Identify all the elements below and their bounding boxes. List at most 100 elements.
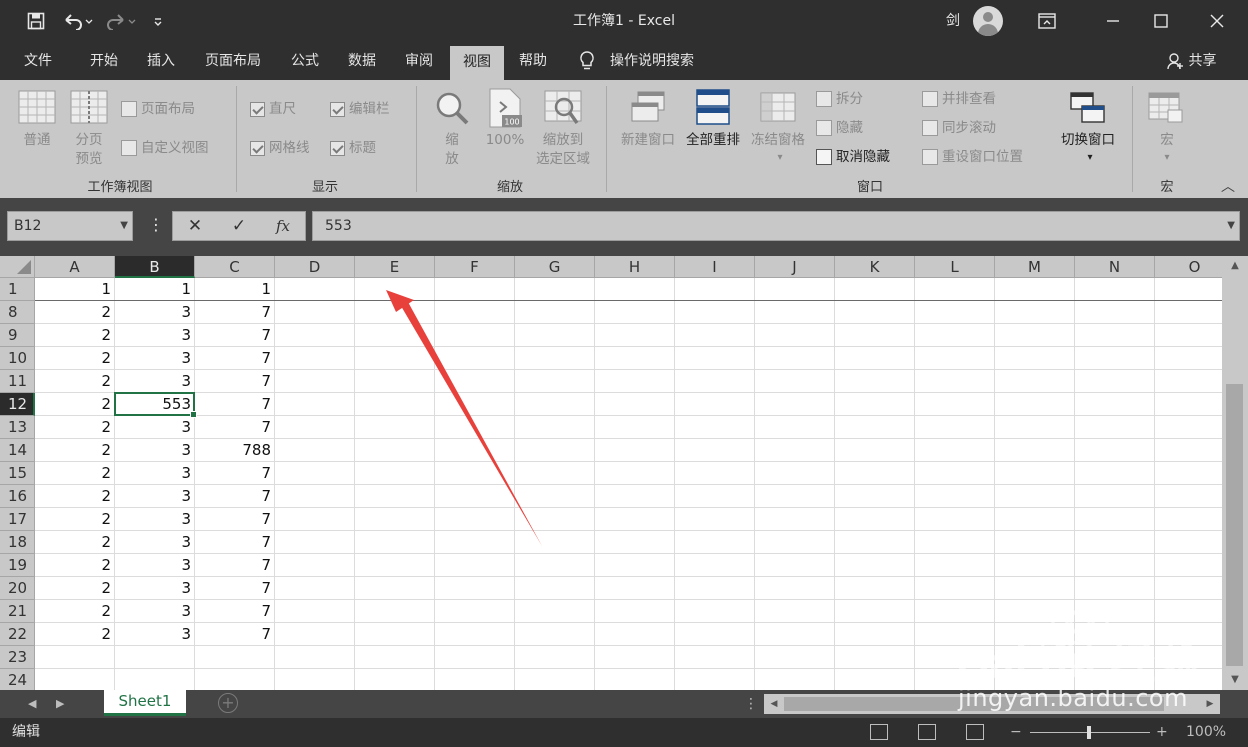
freeze-panes-icon[interactable]: [760, 92, 796, 126]
scroll-left-icon[interactable]: ◀: [764, 694, 784, 714]
arrange-all-icon[interactable]: [696, 89, 730, 129]
ribbon-display-options-icon[interactable]: [1024, 0, 1070, 42]
reset-window-position-button[interactable]: 重设窗口位置: [922, 146, 1023, 168]
cell-b-row[interactable]: 3: [115, 485, 195, 508]
row-header[interactable]: 24: [0, 669, 35, 690]
column-header[interactable]: C: [195, 256, 275, 278]
column-header[interactable]: I: [675, 256, 755, 278]
cell-b-row[interactable]: 3: [115, 600, 195, 623]
page-break-preview-icon[interactable]: [70, 90, 108, 128]
select-all-corner[interactable]: [0, 256, 35, 278]
zoom-level[interactable]: 100%: [1186, 718, 1226, 747]
row-header[interactable]: 1: [0, 278, 35, 301]
cell-c-row[interactable]: 7: [195, 508, 275, 531]
user-name[interactable]: 剑: [946, 0, 960, 42]
cell-a-row[interactable]: 2: [35, 485, 115, 508]
row-header[interactable]: 18: [0, 531, 35, 554]
tab-view[interactable]: 视图: [450, 46, 504, 80]
previous-sheet-icon[interactable]: ◀: [28, 690, 36, 718]
unhide-button[interactable]: 取消隐藏: [816, 146, 890, 168]
tab-split-grip-icon[interactable]: ⋮: [744, 690, 758, 718]
cell-c-row[interactable]: 7: [195, 393, 275, 416]
row-header[interactable]: 15: [0, 462, 35, 485]
next-sheet-icon[interactable]: ▶: [56, 690, 64, 718]
active-cell-border[interactable]: [114, 392, 197, 418]
tab-review[interactable]: 审阅: [394, 42, 444, 80]
avatar[interactable]: [973, 6, 1003, 36]
cell-c-row[interactable]: [195, 669, 275, 690]
cell-a-row[interactable]: 2: [35, 508, 115, 531]
page-break-status-icon[interactable]: [966, 724, 984, 740]
cell-a-row[interactable]: 2: [35, 370, 115, 393]
page-layout-status-icon[interactable]: [918, 724, 936, 740]
share-button[interactable]: 共享: [1166, 42, 1216, 80]
cell-c-row[interactable]: 7: [195, 577, 275, 600]
ruler-checkbox[interactable]: 直尺: [250, 98, 296, 120]
freeze-panes-dropdown-icon[interactable]: ▾: [770, 148, 790, 167]
cell-a-row[interactable]: 2: [35, 393, 115, 416]
column-header[interactable]: F: [435, 256, 515, 278]
cell-b-row[interactable]: [115, 646, 195, 669]
formula-bar-checkbox[interactable]: 编辑栏: [330, 98, 390, 120]
minimize-icon[interactable]: [1090, 0, 1136, 42]
cell-c-row[interactable]: 1: [195, 278, 275, 301]
row-header[interactable]: 11: [0, 370, 35, 393]
cell-a-row[interactable]: [35, 669, 115, 690]
cell-b-row[interactable]: 3: [115, 531, 195, 554]
cell-a-row[interactable]: 2: [35, 554, 115, 577]
tab-insert[interactable]: 插入: [136, 42, 186, 80]
normal-view-icon[interactable]: [18, 90, 56, 128]
tell-me-search[interactable]: 操作说明搜索: [578, 42, 694, 80]
cell-b-row[interactable]: 1: [115, 278, 195, 301]
cell-area[interactable]: 1 1 1 2 3 7 2 3 7 2 3 7 2 3 7 2 553 7 2 3 7 2 3 788 2 3 7 2 3 7 2 3 7 2 3 7…: [35, 278, 1222, 690]
cell-b-row[interactable]: 3: [115, 577, 195, 600]
cell-a-row[interactable]: 2: [35, 324, 115, 347]
cell-a-row[interactable]: 2: [35, 301, 115, 324]
expand-formula-bar-icon[interactable]: ▼: [1227, 212, 1235, 240]
macros-icon[interactable]: [1148, 92, 1184, 128]
row-header[interactable]: 10: [0, 347, 35, 370]
cell-a-row[interactable]: 2: [35, 577, 115, 600]
row-header[interactable]: 22: [0, 623, 35, 646]
column-header[interactable]: G: [515, 256, 595, 278]
scroll-up-icon[interactable]: ▲: [1222, 256, 1248, 276]
cell-b-row[interactable]: 3: [115, 416, 195, 439]
row-header[interactable]: 21: [0, 600, 35, 623]
cell-c-row[interactable]: 7: [195, 416, 275, 439]
view-side-by-side-button[interactable]: 并排查看: [922, 88, 996, 110]
cell-c-row[interactable]: 7: [195, 324, 275, 347]
cell-b-row[interactable]: 3: [115, 623, 195, 646]
tab-page-layout[interactable]: 页面布局: [196, 42, 270, 80]
normal-view-status-icon[interactable]: [870, 724, 888, 740]
cell-c-row[interactable]: 7: [195, 347, 275, 370]
cell-a-row[interactable]: 2: [35, 462, 115, 485]
cell-a-row[interactable]: 1: [35, 278, 115, 301]
confirm-entry-icon[interactable]: ✓: [221, 212, 257, 240]
cell-c-row[interactable]: 7: [195, 531, 275, 554]
synchronous-scrolling-button[interactable]: 同步滚动: [922, 117, 996, 139]
tab-formulas[interactable]: 公式: [280, 42, 330, 80]
column-header[interactable]: K: [835, 256, 915, 278]
cell-c-row[interactable]: 7: [195, 485, 275, 508]
new-window-icon[interactable]: [630, 90, 666, 128]
vertical-scroll-thumb[interactable]: [1226, 384, 1243, 666]
cell-b-row[interactable]: 3: [115, 347, 195, 370]
zoom-in-icon[interactable]: +: [1156, 718, 1168, 747]
formula-bar-grip-icon[interactable]: ⋮: [148, 211, 164, 241]
cell-b-row[interactable]: 3: [115, 554, 195, 577]
redo-icon[interactable]: [102, 0, 140, 42]
zoom-slider-thumb[interactable]: [1087, 726, 1091, 739]
column-header[interactable]: H: [595, 256, 675, 278]
cell-b-row[interactable]: 3: [115, 324, 195, 347]
insert-function-icon[interactable]: fx: [265, 212, 301, 240]
name-box[interactable]: B12 ▼: [7, 211, 133, 241]
cell-a-row[interactable]: 2: [35, 531, 115, 554]
vertical-scrollbar[interactable]: ▲ ▼: [1222, 256, 1248, 690]
cell-b-row[interactable]: 3: [115, 301, 195, 324]
column-header[interactable]: A: [35, 256, 115, 278]
custom-views-button[interactable]: 自定义视图: [121, 137, 209, 159]
row-header[interactable]: 9: [0, 324, 35, 347]
maximize-icon[interactable]: [1138, 0, 1184, 42]
hide-button[interactable]: 隐藏: [816, 117, 863, 139]
split-button[interactable]: 拆分: [816, 88, 863, 110]
